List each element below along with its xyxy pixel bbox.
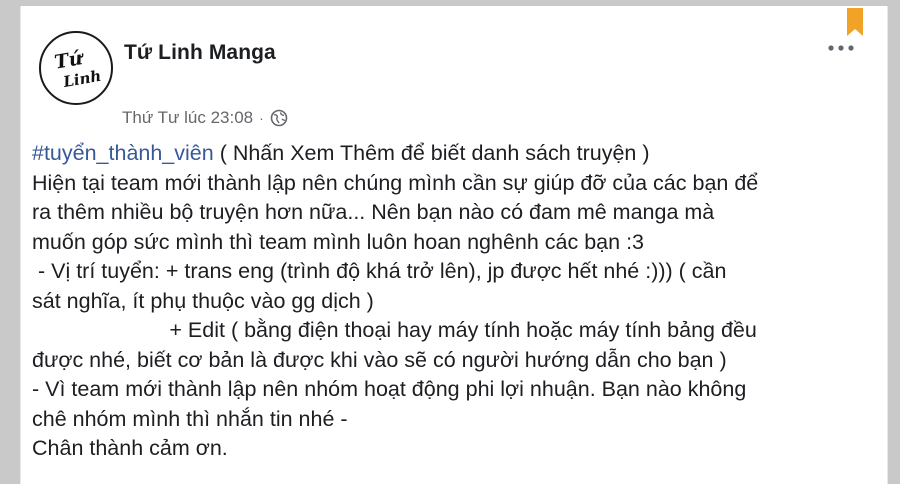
more-options-icon: [828, 45, 854, 51]
bookmark-icon[interactable]: [847, 8, 863, 36]
hashtag-link[interactable]: #tuyển_thành_viên: [32, 141, 214, 165]
post-line: Chân thành cảm ơn.: [32, 436, 228, 460]
post-line-1-rest: ( Nhấn Xem Thêm để biết danh sách truyện…: [213, 141, 650, 165]
meta-separator: ·: [259, 110, 264, 126]
post-line: ra thêm nhiều bộ truyện hơn nữa... Nên b…: [32, 200, 715, 224]
globe-icon[interactable]: [270, 109, 288, 127]
page-avatar[interactable]: Tứ Linh: [39, 31, 113, 105]
avatar-logo: Tứ Linh: [53, 47, 103, 92]
page-name[interactable]: Tứ Linh Manga: [124, 41, 276, 65]
post-line: sát nghĩa, ít phụ thuộc vào gg dịch ): [32, 288, 374, 313]
post-line: chê nhóm mình thì nhắn tin nhé -: [32, 406, 348, 431]
post-timestamp[interactable]: Thứ Tư lúc 23:08: [122, 108, 253, 128]
post-line: được nhé, biết cơ bản là được khi vào sẽ…: [32, 347, 727, 372]
post-card: Tứ Linh Tứ Linh Manga Thứ Tư lúc 23:08 ·…: [20, 6, 888, 484]
post-line: Hiện tại team mới thành lập nên chúng mì…: [32, 170, 759, 195]
post-line: muốn góp sức mình thì team mình luôn hoa…: [32, 229, 645, 254]
post-line: - Vì team mới thành lập nên nhóm hoạt độ…: [32, 377, 747, 401]
post-line: - Vị trí tuyển: + trans eng (trình độ kh…: [32, 259, 727, 283]
post-meta: Thứ Tư lúc 23:08 ·: [122, 107, 288, 129]
more-options-button[interactable]: [821, 34, 861, 62]
post-line: + Edit ( bằng điện thoại hay máy tính ho…: [32, 318, 757, 342]
post-line-1: #tuyển_thành_viên ( Nhấn Xem Thêm để biế…: [32, 139, 874, 169]
post-body: #tuyển_thành_viên ( Nhấn Xem Thêm để biế…: [32, 139, 874, 464]
